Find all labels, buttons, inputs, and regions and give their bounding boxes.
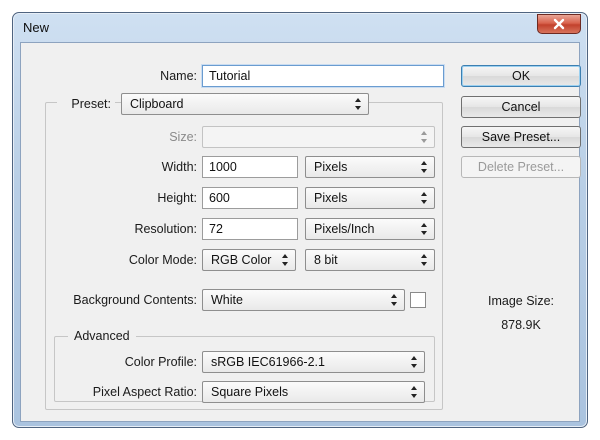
color-profile-value: sRGB IEC61966-2.1 [211,355,325,369]
delete-preset-button[interactable]: Delete Preset... [461,156,581,178]
preset-select[interactable]: Clipboard [121,93,369,115]
image-size-label: Image Size: [487,294,554,308]
save-preset-button[interactable]: Save Preset... [461,126,581,148]
preset-label: Preset: [57,93,115,115]
background-color-swatch[interactable] [410,292,426,308]
background-contents-label: Background Contents: [73,293,197,307]
cancel-button[interactable]: Cancel [461,96,581,118]
background-contents-select[interactable]: White [202,289,405,311]
height-label: Height: [157,191,197,205]
pixel-aspect-ratio-select[interactable]: Square Pixels [202,381,425,403]
resolution-input[interactable]: 72 [202,218,298,240]
updown-arrows-icon [282,254,288,266]
resolution-label: Resolution: [134,222,197,236]
color-mode-label: Color Mode: [128,253,197,267]
close-button[interactable] [537,14,581,34]
width-unit-value: Pixels [314,160,348,174]
size-label: Size: [169,130,197,144]
pixel-aspect-ratio-label: Pixel Aspect Ratio: [92,385,197,399]
updown-arrows-icon [411,356,417,368]
width-unit-select[interactable]: Pixels [305,156,435,178]
ok-button[interactable]: OK [461,65,581,87]
color-profile-label: Color Profile: [124,355,197,369]
updown-arrows-icon [391,294,397,306]
name-label: Name: [160,69,197,83]
color-profile-select[interactable]: sRGB IEC61966-2.1 [202,351,425,373]
updown-arrows-icon [355,98,361,110]
updown-arrows-icon [421,161,427,173]
color-mode-select[interactable]: RGB Color [202,249,296,271]
width-input[interactable]: 1000 [202,156,298,178]
advanced-label: Advanced [68,325,136,347]
dialog-body: Name: Tutorial Preset: Clipboard Size: W… [20,42,581,422]
window-title: New [23,20,50,35]
background-contents-value: White [211,293,243,307]
bit-depth-select[interactable]: 8 bit [305,249,435,271]
height-unit-value: Pixels [314,191,348,205]
updown-arrows-icon [421,192,427,204]
resolution-unit-value: Pixels/Inch [314,222,375,236]
updown-arrows-icon [411,386,417,398]
bit-depth-value: 8 bit [314,253,338,267]
name-input[interactable]: Tutorial [202,65,444,87]
pixel-aspect-ratio-value: Square Pixels [211,385,289,399]
color-mode-value: RGB Color [211,253,272,267]
new-document-dialog: New Name: Tutorial Preset: Clipboard Siz… [12,12,588,428]
updown-arrows-icon [421,131,427,143]
image-size-value: 878.9K [501,318,541,332]
close-icon [553,18,565,30]
height-unit-select[interactable]: Pixels [305,187,435,209]
size-select[interactable] [202,126,435,148]
updown-arrows-icon [421,254,427,266]
resolution-unit-select[interactable]: Pixels/Inch [305,218,435,240]
height-input[interactable]: 600 [202,187,298,209]
preset-value: Clipboard [130,97,184,111]
updown-arrows-icon [421,223,427,235]
width-label: Width: [161,160,197,174]
